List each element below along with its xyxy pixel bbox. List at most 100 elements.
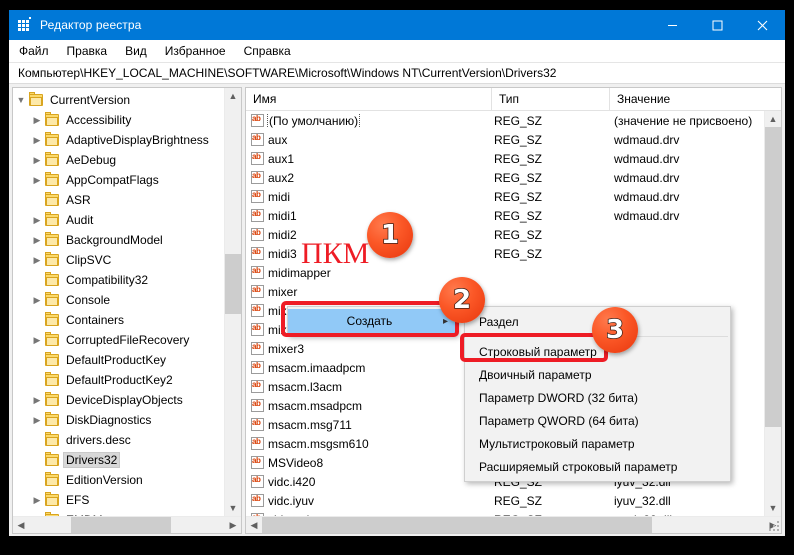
chevron-right-icon[interactable]: ▶ xyxy=(29,130,45,150)
submenu-item-expandable-string-value[interactable]: Расширяемый строковый параметр xyxy=(465,455,730,478)
menu-item-favorites[interactable]: Избранное xyxy=(165,44,226,58)
folder-icon xyxy=(45,192,59,206)
tree-item-emdmgmt[interactable]: ▶ EMDMgmt xyxy=(13,510,241,516)
list-scroll-track[interactable] xyxy=(765,127,781,500)
value-data: msrle32.dll xyxy=(612,513,781,517)
tree-hscroll-track[interactable] xyxy=(29,517,225,533)
value-name: midi2 xyxy=(268,227,297,242)
chevron-right-icon[interactable]: ▶ xyxy=(29,250,45,270)
value-name-cell: midi1 xyxy=(246,209,492,223)
value-row[interactable]: aux2 REG_SZ wdmaud.drv xyxy=(246,168,781,187)
column-header-name[interactable]: Имя xyxy=(246,88,492,110)
submenu-item-dword-value[interactable]: Параметр DWORD (32 бита) xyxy=(465,386,730,409)
value-row[interactable]: midi1 REG_SZ wdmaud.drv xyxy=(246,206,781,225)
value-row[interactable]: aux1 REG_SZ wdmaud.drv xyxy=(246,149,781,168)
value-name: mixer xyxy=(268,284,298,299)
chevron-right-icon[interactable]: ▶ xyxy=(29,510,45,516)
chevron-right-icon[interactable]: ▶ xyxy=(29,290,45,310)
tree-item-diskdiagnostics[interactable]: ▶ DiskDiagnostics xyxy=(13,410,241,430)
chevron-right-icon[interactable]: ▶ xyxy=(29,410,45,430)
tree-item-accessibility[interactable]: ▶ Accessibility xyxy=(13,110,241,130)
list-hscroll-thumb[interactable] xyxy=(262,517,652,533)
tree-item-defaultproductkey[interactable]: DefaultProductKey xyxy=(13,350,241,370)
submenu-item-binary-value[interactable]: Двоичный параметр xyxy=(465,363,730,386)
tree-item-devicedisplayobjects[interactable]: ▶ DeviceDisplayObjects xyxy=(13,390,241,410)
chevron-right-icon[interactable]: ▶ xyxy=(29,230,45,250)
value-row[interactable]: mixer xyxy=(246,282,781,301)
tree-item-containers[interactable]: Containers xyxy=(13,310,241,330)
tree-vertical-scrollbar[interactable]: ▲ ▼ xyxy=(224,88,241,516)
tree-item-adaptivedisplaybrightness[interactable]: ▶ AdaptiveDisplayBrightness xyxy=(13,130,241,150)
minimize-button[interactable] xyxy=(650,10,695,40)
chevron-left-icon[interactable]: ◀ xyxy=(246,517,262,533)
chevron-left-icon[interactable]: ◀ xyxy=(13,517,29,533)
close-button[interactable] xyxy=(740,10,785,40)
registry-editor-window: Редактор реестра Файл Правка Вид Избранн… xyxy=(9,10,785,536)
tree-item-label: ClipSVC xyxy=(66,253,112,267)
tree-item-console[interactable]: ▶ Console xyxy=(13,290,241,310)
menu-item-file[interactable]: Файл xyxy=(19,44,49,58)
tree-item-editionversion[interactable]: EditionVersion xyxy=(13,470,241,490)
maximize-button[interactable] xyxy=(695,10,740,40)
submenu-item-multistring-value[interactable]: Мультистроковый параметр xyxy=(465,432,730,455)
menu-item-view[interactable]: Вид xyxy=(125,44,147,58)
tree-scroll-thumb[interactable] xyxy=(225,254,241,314)
tree-item-appcompatflags[interactable]: ▶ AppCompatFlags xyxy=(13,170,241,190)
value-name: midi1 xyxy=(268,208,297,223)
chevron-down-icon[interactable]: ▼ xyxy=(225,500,241,516)
list-header: Имя Тип Значение xyxy=(246,88,781,111)
window-controls xyxy=(650,10,785,40)
list-vertical-scrollbar[interactable]: ▲ ▼ xyxy=(764,111,781,516)
value-row[interactable]: vidc.iyuv REG_SZ iyuv_32.dll xyxy=(246,491,781,510)
chevron-right-icon[interactable]: ▶ xyxy=(29,170,45,190)
tree-item-efs[interactable]: ▶ EFS xyxy=(13,490,241,510)
column-header-value[interactable]: Значение xyxy=(610,88,765,110)
tree-item-currentversion[interactable]: ▼ CurrentVersion xyxy=(13,90,241,110)
address-bar[interactable]: Компьютер\HKEY_LOCAL_MACHINE\SOFTWARE\Mi… xyxy=(9,62,785,84)
tree-item-aedebug[interactable]: ▶ AeDebug xyxy=(13,150,241,170)
chevron-right-icon[interactable]: ▶ xyxy=(29,490,45,510)
value-row[interactable]: (По умолчанию) REG_SZ (значение не присвое… xyxy=(246,111,781,130)
chevron-up-icon[interactable]: ▲ xyxy=(225,88,241,104)
value-row[interactable]: vidc.mrle REG_SZmsrle32.dll xyxy=(246,510,781,516)
menu-item-help[interactable]: Справка xyxy=(244,44,291,58)
tree-item-compatibility32[interactable]: Compatibility32 xyxy=(13,270,241,290)
value-row[interactable]: midi REG_SZ wdmaud.drv xyxy=(246,187,781,206)
chevron-down-icon[interactable]: ▼ xyxy=(765,500,781,516)
folder-icon xyxy=(45,432,59,446)
tree-scroll-track[interactable] xyxy=(225,104,241,500)
chevron-right-icon[interactable]: ▶ xyxy=(29,150,45,170)
chevron-down-icon[interactable]: ▼ xyxy=(13,90,29,110)
tree-item-asr[interactable]: ASR xyxy=(13,190,241,210)
value-data: wdmaud.drv xyxy=(614,170,680,185)
menu-item-edit[interactable]: Правка xyxy=(67,44,108,58)
folder-icon xyxy=(45,332,59,346)
chevron-right-icon[interactable]: ▶ xyxy=(225,517,241,533)
string-value-icon xyxy=(251,418,264,431)
submenu-item-qword-value[interactable]: Параметр QWORD (64 бита) xyxy=(465,409,730,432)
resize-grip[interactable] xyxy=(769,521,779,531)
tree-item-audit[interactable]: ▶ Audit xyxy=(13,210,241,230)
value-row[interactable]: aux REG_SZ wdmaud.drv xyxy=(246,130,781,149)
tree-item-defaultproductkey2[interactable]: DefaultProductKey2 xyxy=(13,370,241,390)
tree-horizontal-scrollbar[interactable]: ◀ ▶ xyxy=(13,516,241,533)
value-name-cell: mixer3 xyxy=(246,342,492,356)
tree-hscroll-thumb[interactable] xyxy=(71,517,171,533)
tree-item-drivers32[interactable]: Drivers32 xyxy=(13,450,241,470)
chevron-right-icon[interactable]: ▶ xyxy=(29,330,45,350)
chevron-right-icon[interactable]: ▶ xyxy=(29,110,45,130)
list-hscroll-track[interactable] xyxy=(262,517,765,533)
tree-item-corruptedfilerecovery[interactable]: ▶ CorruptedFileRecovery xyxy=(13,330,241,350)
tree-item-drivers-desc[interactable]: drivers.desc xyxy=(13,430,241,450)
chevron-up-icon[interactable]: ▲ xyxy=(765,111,781,127)
chevron-right-icon[interactable]: ▶ xyxy=(29,210,45,230)
list-horizontal-scrollbar[interactable]: ◀ ▶ xyxy=(246,516,781,533)
string-value-icon xyxy=(251,513,264,516)
chevron-right-icon[interactable]: ▶ xyxy=(29,390,45,410)
list-scroll-thumb[interactable] xyxy=(765,127,781,427)
tree-item-backgroundmodel[interactable]: ▶ BackgroundModel xyxy=(13,230,241,250)
column-header-type[interactable]: Тип xyxy=(492,88,610,110)
string-value-icon xyxy=(251,209,264,222)
string-value-icon xyxy=(251,342,264,355)
tree-item-clipsvc[interactable]: ▶ ClipSVC xyxy=(13,250,241,270)
